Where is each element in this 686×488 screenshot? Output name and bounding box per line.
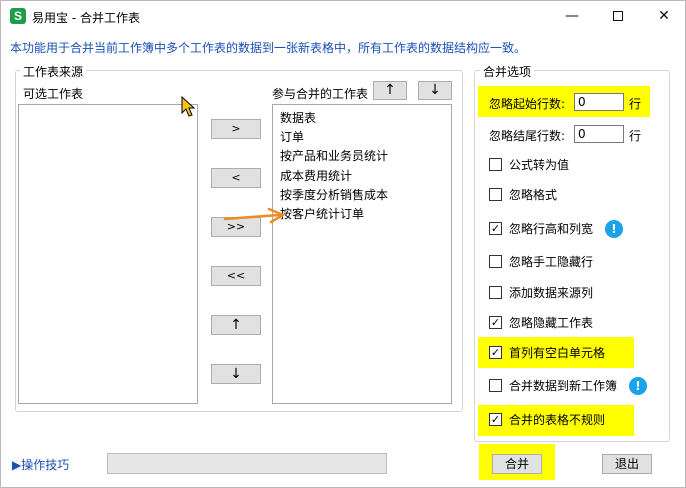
selected-sheets-label: 参与合并的工作表 <box>272 87 369 101</box>
app-icon: S <box>10 8 26 24</box>
formula-to-value-checkbox[interactable] <box>489 158 502 171</box>
feature-description: 本功能用于合并当前工作簿中多个工作表的数据到一张新表格中，所有工作表的数据结构应… <box>10 41 527 55</box>
remove-all-sheets-button[interactable]: << <box>211 266 261 286</box>
list-item[interactable]: 按客户统计订单 <box>280 205 364 222</box>
ignore-row-height-label: 忽略行高和列宽 <box>509 222 594 236</box>
add-sheet-button[interactable]: > <box>211 119 261 139</box>
sheet-source-legend: 工作表来源 <box>20 63 87 80</box>
skip-start-rows-label: 忽略起始行数: <box>489 97 566 111</box>
skip-start-rows-input[interactable]: 0 <box>574 93 624 111</box>
merge-button[interactable]: 合并 <box>492 454 542 474</box>
progress-bar <box>107 453 387 474</box>
list-item[interactable]: 按产品和业务员统计 <box>280 147 388 164</box>
irregular-tables-checkbox[interactable]: ✓ <box>489 413 502 426</box>
first-col-blank-label: 首列有空白单元格 <box>509 346 606 360</box>
skip-end-rows-label: 忽略结尾行数: <box>489 129 566 143</box>
move-down-button[interactable]: ↓ <box>418 81 452 100</box>
title-bar[interactable]: S 易用宝 - 合并工作表 — ✕ <box>1 1 685 32</box>
close-button[interactable]: ✕ <box>641 1 686 32</box>
available-sheets-label: 可选工作表 <box>23 87 84 101</box>
ignore-hidden-rows-checkbox[interactable] <box>489 255 502 268</box>
sheet-up-button[interactable]: ↑ <box>211 315 261 335</box>
irregular-tables-label: 合并的表格不规则 <box>509 413 606 427</box>
selected-sheets-list[interactable]: 数据表 订单 按产品和业务员统计 成本费用统计 按季度分析销售成本 按客户统计订… <box>272 104 452 404</box>
ignore-row-height-checkbox[interactable]: ✓ <box>489 222 502 235</box>
row-unit-label: 行 <box>629 129 642 143</box>
formula-to-value-label: 公式转为值 <box>509 158 570 172</box>
list-item[interactable]: 按季度分析销售成本 <box>280 186 388 203</box>
skip-end-rows-input[interactable]: 0 <box>574 125 624 143</box>
info-icon[interactable]: ! <box>605 220 623 238</box>
list-item[interactable]: 订单 <box>280 128 304 145</box>
move-up-button[interactable]: ↑ <box>373 81 407 100</box>
merge-options-legend: 合并选项 <box>480 63 535 80</box>
remove-sheet-button[interactable]: < <box>211 168 261 188</box>
ignore-hidden-sheets-label: 忽略隐藏工作表 <box>509 316 594 330</box>
list-item[interactable]: 成本费用统计 <box>280 167 352 184</box>
ignore-format-checkbox[interactable] <box>489 188 502 201</box>
operation-tips-link[interactable]: ▶操作技巧 <box>12 456 69 473</box>
sheet-down-button[interactable]: ↓ <box>211 364 261 384</box>
ignore-hidden-rows-label: 忽略手工隐藏行 <box>509 255 594 269</box>
merge-to-new-workbook-checkbox[interactable] <box>489 379 502 392</box>
ignore-format-label: 忽略格式 <box>509 188 558 202</box>
merge-sheets-window: S 易用宝 - 合并工作表 — ✕ 本功能用于合并当前工作簿中多个工作表的数据到… <box>0 0 686 488</box>
mouse-cursor-icon <box>181 96 196 117</box>
minimize-button[interactable]: — <box>549 1 595 32</box>
info-icon[interactable]: ! <box>629 377 647 395</box>
add-source-column-checkbox[interactable] <box>489 286 502 299</box>
window-title: 易用宝 - 合并工作表 <box>32 11 140 25</box>
annotation-arrow-icon <box>223 207 285 224</box>
list-item[interactable]: 数据表 <box>280 109 316 126</box>
maximize-button[interactable] <box>595 1 641 32</box>
row-unit-label: 行 <box>629 97 642 111</box>
merge-to-new-workbook-label: 合并数据到新工作簿 <box>509 379 618 393</box>
first-col-blank-checkbox[interactable]: ✓ <box>489 346 502 359</box>
maximize-icon <box>613 11 623 21</box>
ignore-hidden-sheets-checkbox[interactable]: ✓ <box>489 316 502 329</box>
available-sheets-list[interactable] <box>18 104 198 404</box>
add-source-column-label: 添加数据来源列 <box>509 286 594 300</box>
exit-button[interactable]: 退出 <box>602 454 652 474</box>
